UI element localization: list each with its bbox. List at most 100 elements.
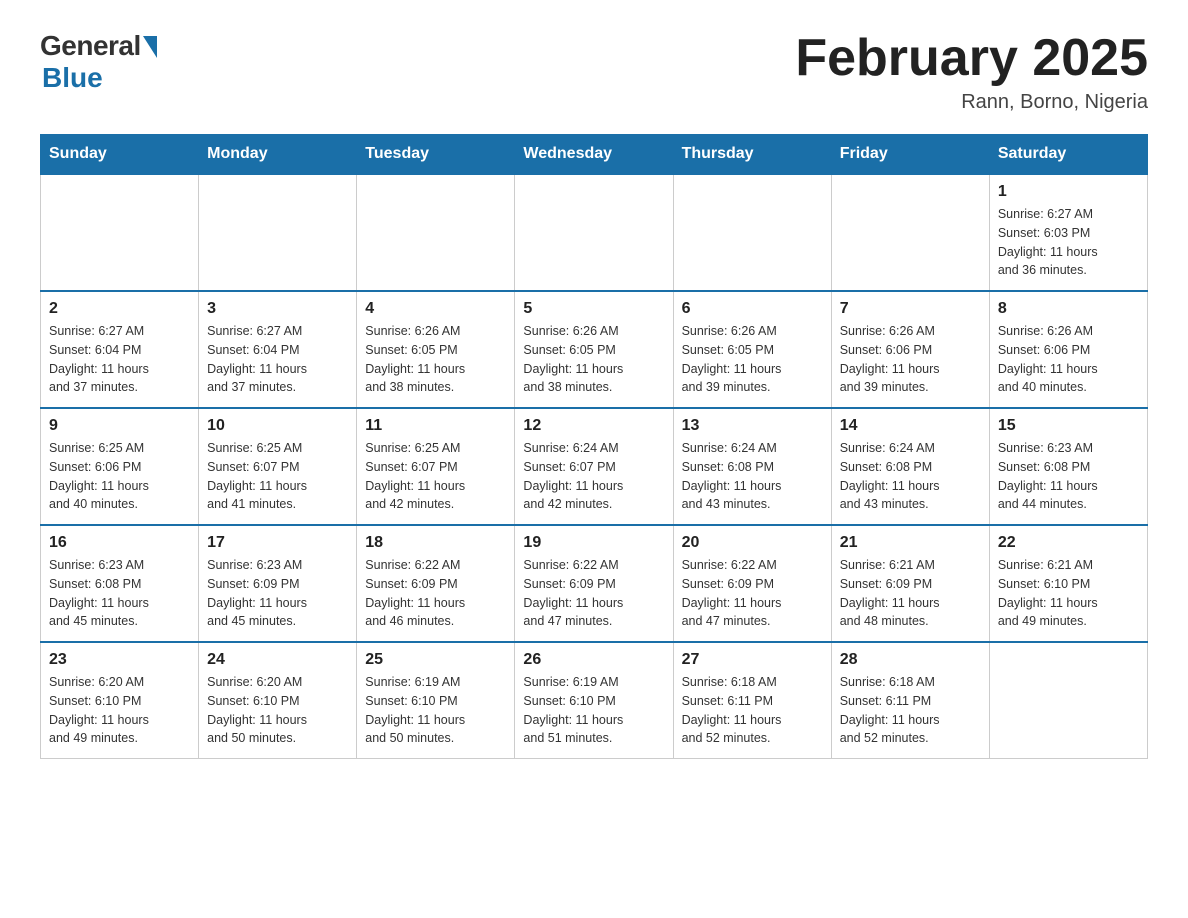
day-of-week-header: Wednesday bbox=[515, 135, 673, 175]
calendar-body: 1Sunrise: 6:27 AM Sunset: 6:03 PM Daylig… bbox=[41, 174, 1148, 759]
day-info: Sunrise: 6:23 AM Sunset: 6:08 PM Dayligh… bbox=[998, 439, 1139, 514]
day-info: Sunrise: 6:18 AM Sunset: 6:11 PM Dayligh… bbox=[840, 673, 981, 748]
day-number: 19 bbox=[523, 534, 664, 552]
day-info: Sunrise: 6:20 AM Sunset: 6:10 PM Dayligh… bbox=[207, 673, 348, 748]
day-number: 28 bbox=[840, 651, 981, 669]
calendar-cell: 11Sunrise: 6:25 AM Sunset: 6:07 PM Dayli… bbox=[357, 408, 515, 525]
location-text: Rann, Borno, Nigeria bbox=[795, 91, 1148, 114]
day-info: Sunrise: 6:25 AM Sunset: 6:07 PM Dayligh… bbox=[365, 439, 506, 514]
day-info: Sunrise: 6:24 AM Sunset: 6:07 PM Dayligh… bbox=[523, 439, 664, 514]
calendar-week-row: 2 Sunrise: 6:27 AM Sunset: 6:04 PM Daylig… bbox=[41, 291, 1148, 408]
day-number: 8 bbox=[998, 300, 1139, 318]
calendar-week-row: 16Sunrise: 6:23 AM Sunset: 6:08 PM Dayli… bbox=[41, 525, 1148, 642]
day-info: Sunrise: 6:22 AM Sunset: 6:09 PM Dayligh… bbox=[523, 556, 664, 631]
day-info: Sunrise: 6:27 AM Sunset: 6:04 PM Dayligh… bbox=[49, 322, 190, 397]
calendar-cell: 7 Sunrise: 6:26 AM Sunset: 6:06 PM Daylig… bbox=[831, 291, 989, 408]
day-info: Sunrise: 6:26 AM Sunset: 6:06 PM Dayligh… bbox=[840, 322, 981, 397]
day-number: 3 bbox=[207, 300, 348, 318]
day-info: Sunrise: 6:21 AM Sunset: 6:10 PM Dayligh… bbox=[998, 556, 1139, 631]
calendar-cell bbox=[41, 174, 199, 291]
calendar-cell: 27 Sunrise: 6:18 AM Sunset: 6:11 PM Dayli… bbox=[673, 642, 831, 759]
calendar-cell: 23 Sunrise: 6:20 AM Sunset: 6:10 PM Dayli… bbox=[41, 642, 199, 759]
logo-triangle-icon bbox=[143, 36, 157, 58]
day-number: 2 bbox=[49, 300, 190, 318]
day-of-week-header: Tuesday bbox=[357, 135, 515, 175]
calendar-week-row: 9 Sunrise: 6:25 AM Sunset: 6:06 PM Daylig… bbox=[41, 408, 1148, 525]
day-info: Sunrise: 6:22 AM Sunset: 6:09 PM Dayligh… bbox=[682, 556, 823, 631]
day-number: 25 bbox=[365, 651, 506, 669]
calendar-cell bbox=[673, 174, 831, 291]
day-info: Sunrise: 6:27 AM Sunset: 6:03 PM Dayligh… bbox=[998, 205, 1139, 280]
logo-blue-text: Blue bbox=[42, 62, 103, 94]
day-info: Sunrise: 6:27 AM Sunset: 6:04 PM Dayligh… bbox=[207, 322, 348, 397]
calendar-cell: 5 Sunrise: 6:26 AM Sunset: 6:05 PM Daylig… bbox=[515, 291, 673, 408]
day-number: 20 bbox=[682, 534, 823, 552]
calendar-cell: 25Sunrise: 6:19 AM Sunset: 6:10 PM Dayli… bbox=[357, 642, 515, 759]
calendar-cell bbox=[357, 174, 515, 291]
day-of-week-header: Thursday bbox=[673, 135, 831, 175]
day-number: 26 bbox=[523, 651, 664, 669]
logo-general-text: General bbox=[40, 30, 141, 62]
day-of-week-header: Monday bbox=[199, 135, 357, 175]
calendar-cell: 20 Sunrise: 6:22 AM Sunset: 6:09 PM Dayli… bbox=[673, 525, 831, 642]
calendar-cell: 9 Sunrise: 6:25 AM Sunset: 6:06 PM Daylig… bbox=[41, 408, 199, 525]
calendar-cell: 22 Sunrise: 6:21 AM Sunset: 6:10 PM Dayli… bbox=[989, 525, 1147, 642]
day-info: Sunrise: 6:26 AM Sunset: 6:05 PM Dayligh… bbox=[523, 322, 664, 397]
title-area: February 2025 Rann, Borno, Nigeria bbox=[795, 30, 1148, 114]
day-info: Sunrise: 6:20 AM Sunset: 6:10 PM Dayligh… bbox=[49, 673, 190, 748]
day-info: Sunrise: 6:26 AM Sunset: 6:05 PM Dayligh… bbox=[682, 322, 823, 397]
day-number: 23 bbox=[49, 651, 190, 669]
day-info: Sunrise: 6:24 AM Sunset: 6:08 PM Dayligh… bbox=[682, 439, 823, 514]
day-number: 16 bbox=[49, 534, 190, 552]
calendar-cell: 19 Sunrise: 6:22 AM Sunset: 6:09 PM Dayli… bbox=[515, 525, 673, 642]
day-info: Sunrise: 6:26 AM Sunset: 6:05 PM Dayligh… bbox=[365, 322, 506, 397]
logo: General Blue bbox=[40, 30, 157, 94]
day-info: Sunrise: 6:21 AM Sunset: 6:09 PM Dayligh… bbox=[840, 556, 981, 631]
day-info: Sunrise: 6:25 AM Sunset: 6:07 PM Dayligh… bbox=[207, 439, 348, 514]
day-info: Sunrise: 6:25 AM Sunset: 6:06 PM Dayligh… bbox=[49, 439, 190, 514]
calendar-cell: 16Sunrise: 6:23 AM Sunset: 6:08 PM Dayli… bbox=[41, 525, 199, 642]
calendar-cell: 8Sunrise: 6:26 AM Sunset: 6:06 PM Daylig… bbox=[989, 291, 1147, 408]
day-info: Sunrise: 6:24 AM Sunset: 6:08 PM Dayligh… bbox=[840, 439, 981, 514]
calendar-cell: 6 Sunrise: 6:26 AM Sunset: 6:05 PM Daylig… bbox=[673, 291, 831, 408]
day-number: 6 bbox=[682, 300, 823, 318]
calendar-cell bbox=[989, 642, 1147, 759]
calendar-cell: 18Sunrise: 6:22 AM Sunset: 6:09 PM Dayli… bbox=[357, 525, 515, 642]
day-number: 22 bbox=[998, 534, 1139, 552]
calendar-cell: 24 Sunrise: 6:20 AM Sunset: 6:10 PM Dayli… bbox=[199, 642, 357, 759]
calendar-cell bbox=[199, 174, 357, 291]
calendar-table: SundayMondayTuesdayWednesdayThursdayFrid… bbox=[40, 134, 1148, 759]
day-number: 13 bbox=[682, 417, 823, 435]
day-number: 14 bbox=[840, 417, 981, 435]
day-number: 10 bbox=[207, 417, 348, 435]
day-number: 7 bbox=[840, 300, 981, 318]
day-number: 4 bbox=[365, 300, 506, 318]
day-number: 18 bbox=[365, 534, 506, 552]
day-number: 9 bbox=[49, 417, 190, 435]
calendar-cell: 12Sunrise: 6:24 AM Sunset: 6:07 PM Dayli… bbox=[515, 408, 673, 525]
day-info: Sunrise: 6:23 AM Sunset: 6:09 PM Dayligh… bbox=[207, 556, 348, 631]
day-number: 21 bbox=[840, 534, 981, 552]
calendar-cell: 14 Sunrise: 6:24 AM Sunset: 6:08 PM Dayli… bbox=[831, 408, 989, 525]
day-number: 27 bbox=[682, 651, 823, 669]
calendar-cell: 4 Sunrise: 6:26 AM Sunset: 6:05 PM Daylig… bbox=[357, 291, 515, 408]
day-of-week-header: Saturday bbox=[989, 135, 1147, 175]
calendar-cell: 17Sunrise: 6:23 AM Sunset: 6:09 PM Dayli… bbox=[199, 525, 357, 642]
calendar-cell: 28 Sunrise: 6:18 AM Sunset: 6:11 PM Dayli… bbox=[831, 642, 989, 759]
calendar-cell bbox=[831, 174, 989, 291]
calendar-cell: 2 Sunrise: 6:27 AM Sunset: 6:04 PM Daylig… bbox=[41, 291, 199, 408]
day-number: 15 bbox=[998, 417, 1139, 435]
calendar-cell: 15 Sunrise: 6:23 AM Sunset: 6:08 PM Dayli… bbox=[989, 408, 1147, 525]
day-info: Sunrise: 6:18 AM Sunset: 6:11 PM Dayligh… bbox=[682, 673, 823, 748]
calendar-week-row: 23 Sunrise: 6:20 AM Sunset: 6:10 PM Dayli… bbox=[41, 642, 1148, 759]
calendar-cell: 13 Sunrise: 6:24 AM Sunset: 6:08 PM Dayli… bbox=[673, 408, 831, 525]
day-info: Sunrise: 6:19 AM Sunset: 6:10 PM Dayligh… bbox=[523, 673, 664, 748]
calendar-cell bbox=[515, 174, 673, 291]
calendar-cell: 21 Sunrise: 6:21 AM Sunset: 6:09 PM Dayli… bbox=[831, 525, 989, 642]
day-number: 5 bbox=[523, 300, 664, 318]
calendar-cell: 26 Sunrise: 6:19 AM Sunset: 6:10 PM Dayli… bbox=[515, 642, 673, 759]
day-of-week-header: Sunday bbox=[41, 135, 199, 175]
month-title: February 2025 bbox=[795, 30, 1148, 87]
day-number: 24 bbox=[207, 651, 348, 669]
page-header: General Blue February 2025 Rann, Borno, … bbox=[40, 30, 1148, 114]
